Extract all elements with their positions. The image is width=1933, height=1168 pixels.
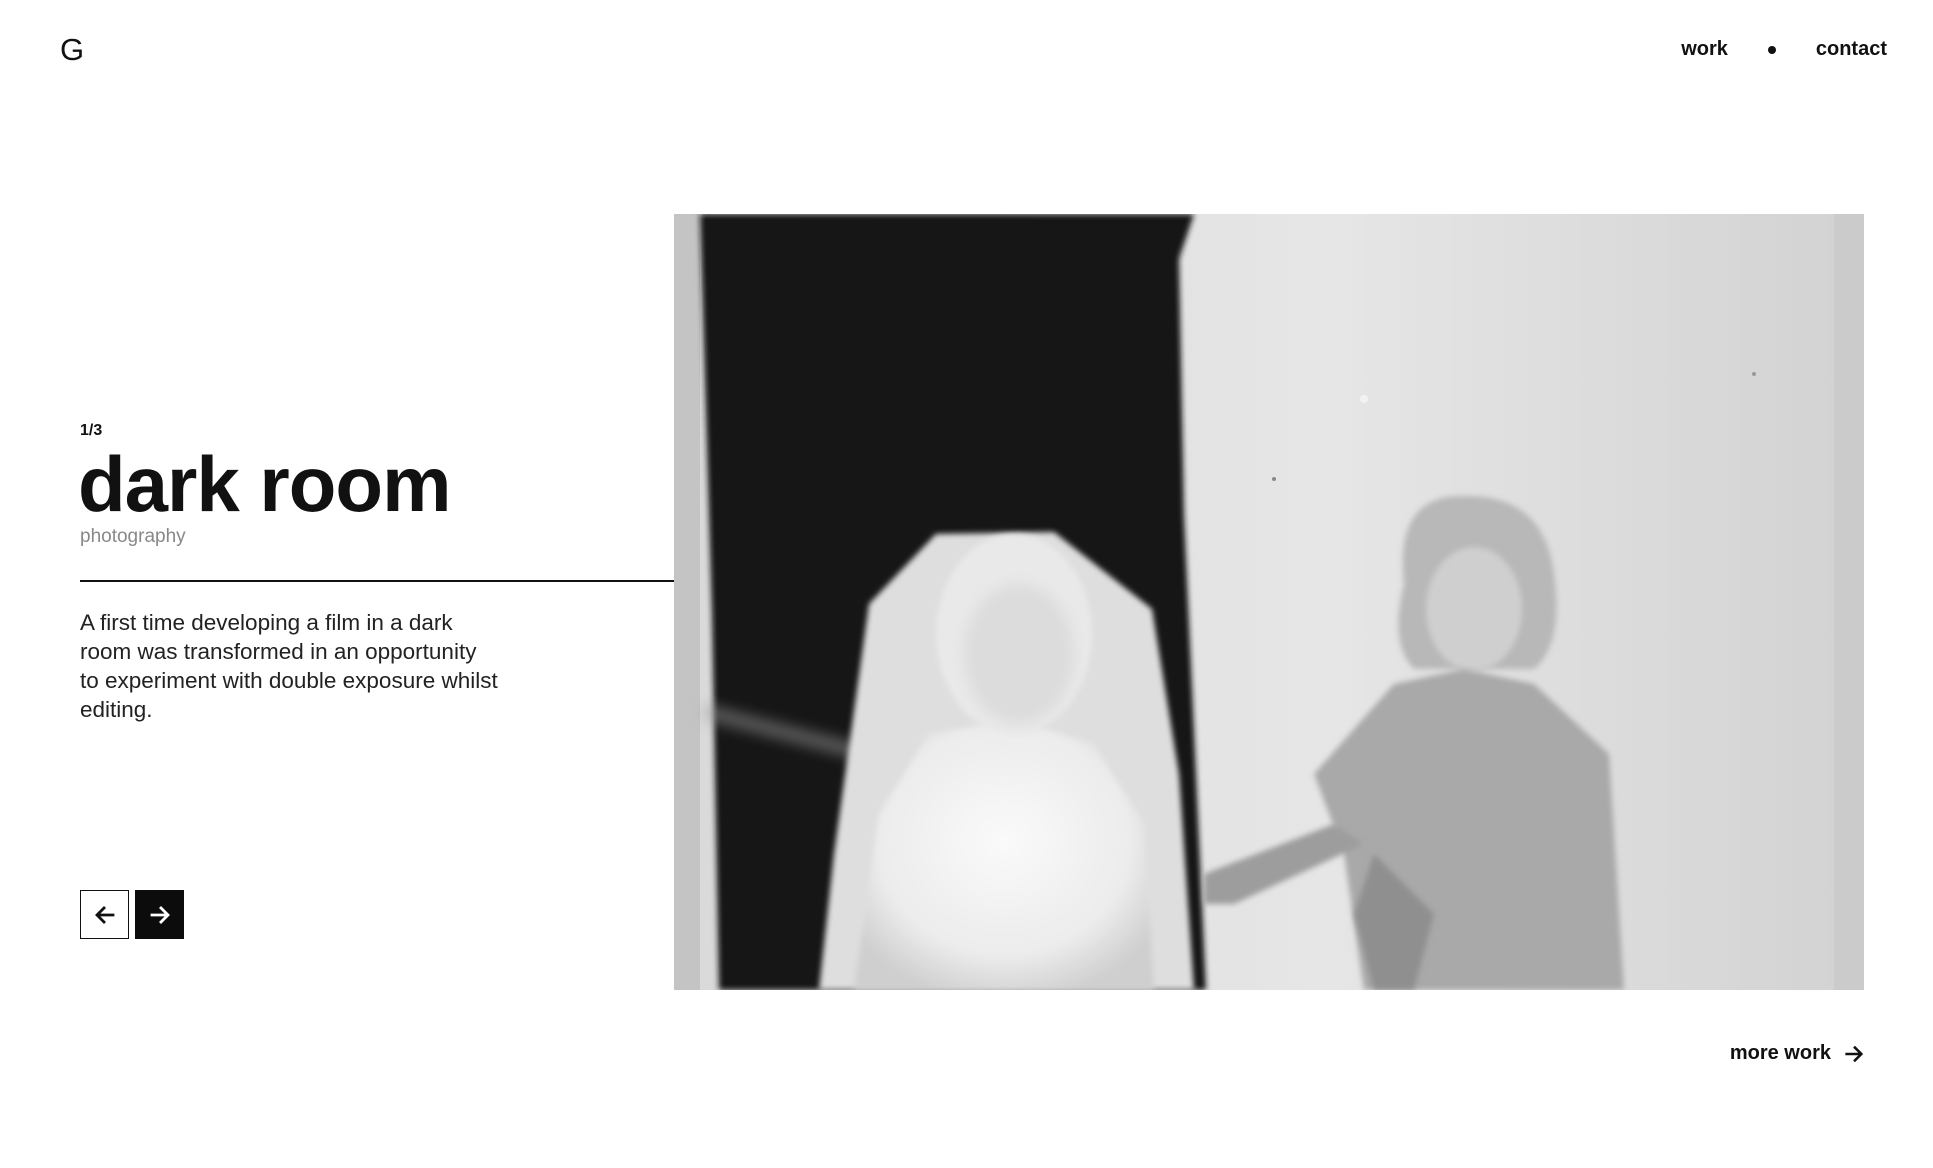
next-button[interactable] (135, 890, 184, 939)
main-nav: work contact (1681, 38, 1887, 61)
logo[interactable]: G (60, 32, 84, 68)
slide-counter: 1/3 (80, 422, 103, 439)
nav-separator-dot (1767, 45, 1776, 54)
more-work-label: more work (1729, 1042, 1831, 1064)
divider (80, 580, 676, 582)
arrow-right-icon (1845, 1045, 1864, 1062)
arrow-right-icon (150, 905, 170, 924)
arrow-left-icon (94, 905, 114, 924)
project-description: A first time developing a film in a dark… (80, 610, 498, 722)
project-title: dark room (78, 440, 451, 528)
more-work-link[interactable]: more work (1730, 1042, 1865, 1065)
project-category: photography (80, 526, 186, 547)
prev-button[interactable] (80, 890, 129, 939)
nav-contact-link[interactable]: contact (1816, 38, 1887, 61)
project-photo (674, 214, 1864, 990)
nav-work-link[interactable]: work (1681, 38, 1728, 61)
